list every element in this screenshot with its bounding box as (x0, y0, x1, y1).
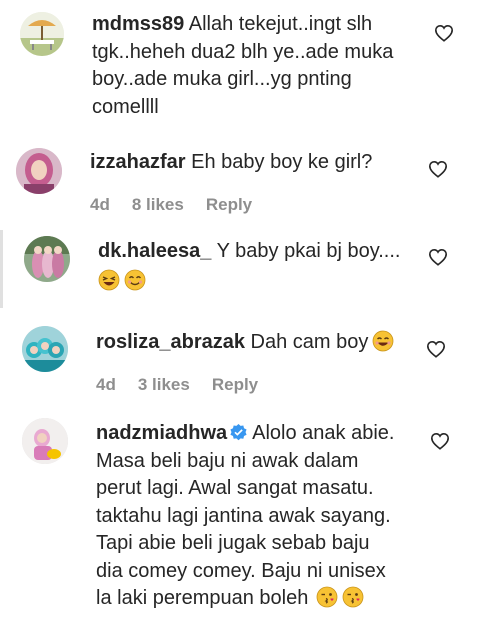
avatar-image (16, 148, 62, 194)
avatar-image (22, 326, 68, 372)
username[interactable]: izzahazfar (90, 151, 186, 173)
avatar[interactable] (22, 326, 68, 372)
comment-text: Eh baby boy ke girl? (191, 151, 373, 173)
verified-badge-icon (229, 423, 248, 442)
comment-text: la laki perempuan boleh (96, 587, 309, 609)
comment-age: 4d (90, 195, 110, 214)
avatar-image (22, 418, 68, 464)
heart-icon[interactable] (434, 24, 454, 42)
reply-button[interactable]: Reply (206, 195, 252, 214)
reply-button[interactable]: Reply (212, 375, 258, 394)
comment-text: Tapi abie beli jugak sebab baju (96, 532, 370, 554)
kissing-wink-face-emoji (342, 586, 364, 608)
heart-icon[interactable] (428, 248, 448, 266)
comment-meta: 4d 3 likes Reply (96, 375, 280, 395)
comment-body: izzahazfar Eh baby boy ke girl? (90, 149, 372, 177)
comment-izzahazfar: izzahazfar Eh baby boy ke girl? 4d 8 like… (0, 140, 486, 230)
username[interactable]: mdmss89 (92, 13, 184, 35)
likes-count[interactable]: 3 likes (138, 375, 190, 394)
comment-dk-haleesa: dk.haleesa_ Y baby pkai bj boy.... (0, 230, 486, 310)
avatar[interactable] (16, 148, 62, 194)
comment-mdmss89: mdmss89 Allah tekejut..ingt slh tgk..heh… (0, 0, 486, 140)
reply-thread-indicator (0, 230, 3, 308)
avatar[interactable] (24, 236, 70, 282)
comment-text: Allah tekejut..ingt slh (188, 13, 373, 35)
grinning-squint-face-emoji (372, 330, 394, 352)
laughing-face-emoji (98, 269, 120, 291)
comment-text: boy..ade muka girl...yg pnting (92, 68, 352, 90)
comment-body: nadzmiadhwa Alolo anak abie. Masa beli ba… (96, 420, 394, 613)
comment-text: Masa beli baju ni awak dalam (96, 449, 359, 472)
avatar-image (20, 12, 64, 56)
avatar[interactable] (20, 12, 64, 56)
heart-icon[interactable] (428, 160, 448, 178)
username[interactable]: nadzmiadhwa (96, 422, 227, 444)
comment-body: rosliza_abrazak Dah cam boy (96, 329, 394, 357)
heart-icon[interactable] (426, 340, 446, 358)
comment-body: dk.haleesa_ Y baby pkai bj boy.... (98, 238, 400, 295)
comment-nadzmiadhwa: nadzmiadhwa Alolo anak abie. Masa beli ba… (0, 406, 486, 624)
comment-age: 4d (96, 375, 116, 394)
heart-icon[interactable] (430, 432, 450, 450)
comment-text: dia comey comey. Baju ni unisex (96, 559, 386, 582)
comment-text: Alolo anak abie. (252, 422, 395, 444)
comment-text: taktahu lagi jantina awak sayang. (96, 504, 391, 527)
smiling-face-emoji (124, 269, 146, 291)
comment-text: comellll (92, 95, 159, 118)
comment-meta: 4d 8 likes Reply (90, 195, 274, 215)
kissing-wink-face-emoji (316, 586, 338, 608)
comment-text: tgk..heheh dua2 blh ye..ade muka (92, 40, 394, 63)
comment-text: Y baby pkai bj boy.... (216, 240, 401, 262)
avatar[interactable] (22, 418, 68, 464)
comment-text: Dah cam boy (250, 331, 369, 353)
comment-body: mdmss89 Allah tekejut..ingt slh tgk..heh… (92, 11, 393, 121)
avatar-image (24, 236, 70, 282)
comment-text: perut lagi. Awal sangat masatu. (96, 477, 374, 499)
username[interactable]: rosliza_abrazak (96, 331, 245, 353)
likes-count[interactable]: 8 likes (132, 195, 184, 214)
username[interactable]: dk.haleesa_ (98, 240, 211, 262)
comment-rosliza-abrazak: rosliza_abrazak Dah cam boy 4d 3 likes Rep… (0, 318, 486, 406)
